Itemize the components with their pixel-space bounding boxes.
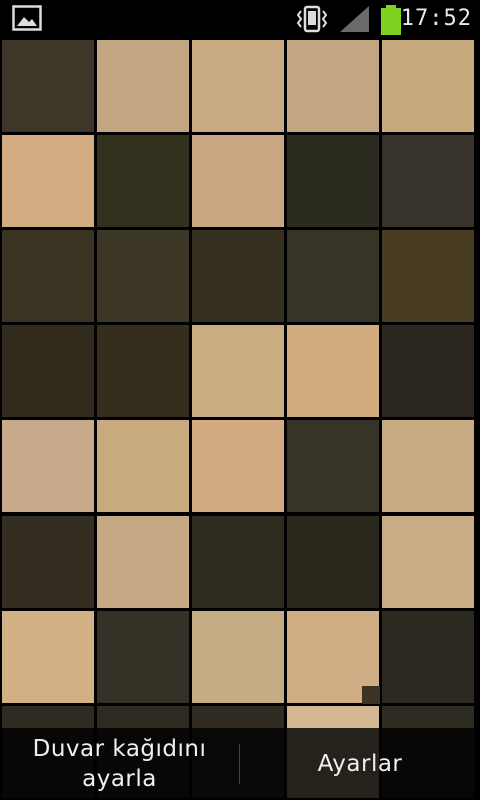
- wallpaper-tile: [191, 134, 285, 227]
- wallpaper-tile: [1, 229, 94, 323]
- image-notification-icon: [12, 5, 42, 35]
- wallpaper-tile: [191, 39, 285, 132]
- wallpaper-tile: [287, 134, 380, 227]
- wallpaper-tile: [191, 610, 285, 703]
- set-wallpaper-label-line2: ayarla: [82, 766, 157, 792]
- bottom-action-bar: Duvar kağıdını ayarla Ayarlar: [0, 728, 480, 800]
- wallpaper-tile: [1, 610, 94, 703]
- wallpaper-tile: [382, 325, 475, 418]
- settings-button[interactable]: Ayarlar: [240, 728, 480, 800]
- status-time: 17:52: [400, 6, 472, 31]
- wallpaper-tile: [382, 134, 475, 227]
- wallpaper-tile: [96, 325, 189, 418]
- wallpaper-tile: [287, 39, 380, 132]
- wallpaper-tile: [382, 610, 475, 703]
- vibrate-icon: [296, 5, 328, 37]
- wallpaper-tile: [191, 515, 285, 608]
- signal-icon: [338, 5, 370, 37]
- wallpaper-tile: [96, 39, 189, 132]
- set-wallpaper-label: Duvar kağıdını ayarla: [33, 734, 207, 794]
- wallpaper-tile: [382, 39, 475, 132]
- wallpaper-tile: [287, 420, 380, 513]
- wallpaper-tile: [382, 515, 475, 608]
- wallpaper-tile: [1, 515, 94, 608]
- small-tile-marker: [362, 686, 380, 704]
- wallpaper-tile: [1, 39, 94, 132]
- wallpaper-tile: [287, 325, 380, 418]
- wallpaper-tile-grid: [0, 38, 480, 800]
- wallpaper-tile: [96, 134, 189, 227]
- wallpaper-tile: [1, 325, 94, 418]
- set-wallpaper-label-line1: Duvar kağıdını: [32, 736, 207, 762]
- wallpaper-tile: [1, 420, 94, 513]
- wallpaper-tile: [96, 610, 189, 703]
- set-wallpaper-button[interactable]: Duvar kağıdını ayarla: [0, 728, 239, 800]
- status-bar: 17:52: [0, 0, 480, 38]
- wallpaper-tile: [287, 515, 380, 608]
- wallpaper-tile: [1, 134, 94, 227]
- wallpaper-tile: [382, 229, 475, 323]
- wallpaper-tile: [191, 229, 285, 323]
- settings-label: Ayarlar: [317, 751, 403, 777]
- wallpaper-tile: [191, 325, 285, 418]
- wallpaper-tile: [382, 420, 475, 513]
- wallpaper-tile: [191, 420, 285, 513]
- wallpaper-tile: [96, 229, 189, 323]
- wallpaper-tile: [96, 420, 189, 513]
- wallpaper-tile: [287, 229, 380, 323]
- wallpaper-tile: [96, 515, 189, 608]
